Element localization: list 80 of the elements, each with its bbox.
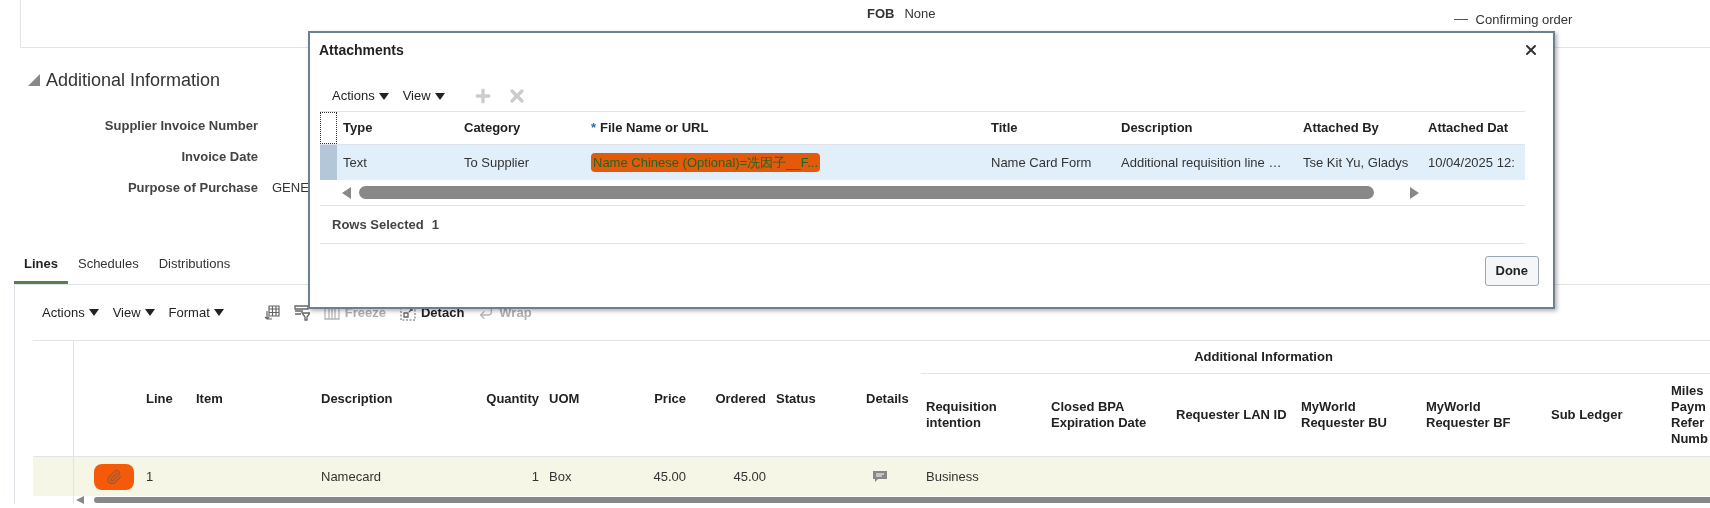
section-title: Additional Information [46,68,221,92]
column-header[interactable]: Attached By [1303,118,1379,138]
table-cell-text: Text [343,153,367,172]
column-header[interactable]: Category [464,118,521,138]
field-label: FOB [867,5,895,23]
column-group-header: Additional Information [1194,348,1333,367]
column-header[interactable]: Requisition intention [926,399,1041,431]
row-selector-cell[interactable] [320,145,337,180]
scroll-left-icon[interactable] [342,186,351,199]
attachment-icon[interactable] [94,463,134,490]
menu-button[interactable]: Format [168,302,224,323]
horizontal-scrollbar[interactable] [94,497,1710,503]
menu-button[interactable]: Actions [332,86,389,106]
dropdown-caret-icon [378,92,389,100]
field-label: Purpose of Purchase [126,178,258,197]
menu-button[interactable]: View [402,86,445,106]
table-cell-text: To Supplier [464,153,530,172]
table-cell-text: Business [926,467,979,486]
column-header[interactable]: Line [146,388,173,409]
column-header[interactable]: Closed BPA Expiration Date [1051,399,1166,431]
dropdown-caret-icon [213,309,224,316]
table-cell-text: Tse Kit Yu, Gladys [1303,153,1409,172]
dialog-title: Attachments [319,40,404,60]
table-cell-text: 45.00 [733,467,766,486]
column-header[interactable]: Status [776,388,816,409]
column-header[interactable]: Ordered [715,388,766,409]
details-icon[interactable] [872,469,888,484]
menu-button[interactable]: Actions [42,302,99,323]
table-cell-text: 10/04/2025 12: [1428,153,1515,172]
column-header[interactable]: Description [1121,118,1193,138]
column-header[interactable]: Price [654,388,686,409]
table-row[interactable]: 1 Namecard 1 Box 45.00 45.00 Business [74,456,1710,496]
columns-icon[interactable] [263,304,280,321]
dropdown-caret-icon [88,309,99,316]
scroll-right-icon[interactable] [1410,186,1419,199]
column-header[interactable]: Title [991,118,1018,138]
field-label: Supplier Invoice Number [103,116,258,135]
collapse-triangle-icon[interactable] [28,74,40,86]
table-cell-text: Namecard [321,467,381,486]
row-selector-cell[interactable] [33,456,73,496]
horizontal-scrollbar[interactable] [359,186,1374,199]
tab[interactable]: Lines [14,246,68,284]
tab[interactable]: Schedules [67,246,149,284]
rows-selected-label: Rows Selected [332,215,424,234]
column-header[interactable]: MyWorld Requester BU [1301,399,1416,431]
column-header[interactable]: Requester LAN ID [1176,407,1287,423]
column-header[interactable]: Miles Paym Refer Numb [1671,383,1710,447]
rows-selected-count: 1 [431,215,439,234]
dropdown-caret-icon [434,92,445,100]
column-header[interactable]: UOM [549,388,580,409]
column-header[interactable]: Item [196,388,223,409]
table-cell-text: Box [549,467,572,486]
column-header[interactable]: MyWorld Requester BF [1426,399,1541,431]
field-value: GENE [272,178,309,197]
status-text: Confirming order [1475,11,1573,29]
column-header[interactable]: Details [866,388,909,409]
filter-icon[interactable] [293,304,310,321]
table-row[interactable]: Text To Supplier Name Chinese (Optional)=冼因子__F... Name Card Form Additional requisition line … Tse Kit Yu, Gladys 10/04/2025 12: [320,145,1525,180]
close-icon[interactable] [1523,42,1539,58]
select-all-cell[interactable] [320,112,337,144]
column-header[interactable]: Sub Ledger [1551,407,1623,423]
menu-button[interactable]: View [112,302,155,323]
field-value: None [904,5,936,23]
done-button[interactable]: Done [1484,256,1539,286]
column-header[interactable]: Type [343,118,373,138]
dropdown-caret-icon [144,309,155,316]
field-label: Invoice Date [180,147,258,166]
column-header[interactable]: File Name or URL [600,118,709,138]
column-header[interactable]: Description [321,388,393,409]
toolbar-button[interactable]: Detach [399,302,465,323]
status-line [1453,19,1468,21]
table-cell-text: Additional requisition line … [1121,153,1282,172]
required-asterisk: * [591,119,597,138]
column-header[interactable]: Quantity [486,388,539,409]
table-cell-text: Name Card Form [991,153,1092,172]
table-cell-text: 45.00 [653,467,686,486]
table-cell-text: 1 [146,467,154,486]
table-cell-text: 1 [531,467,539,486]
tab[interactable]: Distributions [148,246,241,284]
column-header[interactable]: Attached Dat [1428,118,1509,138]
